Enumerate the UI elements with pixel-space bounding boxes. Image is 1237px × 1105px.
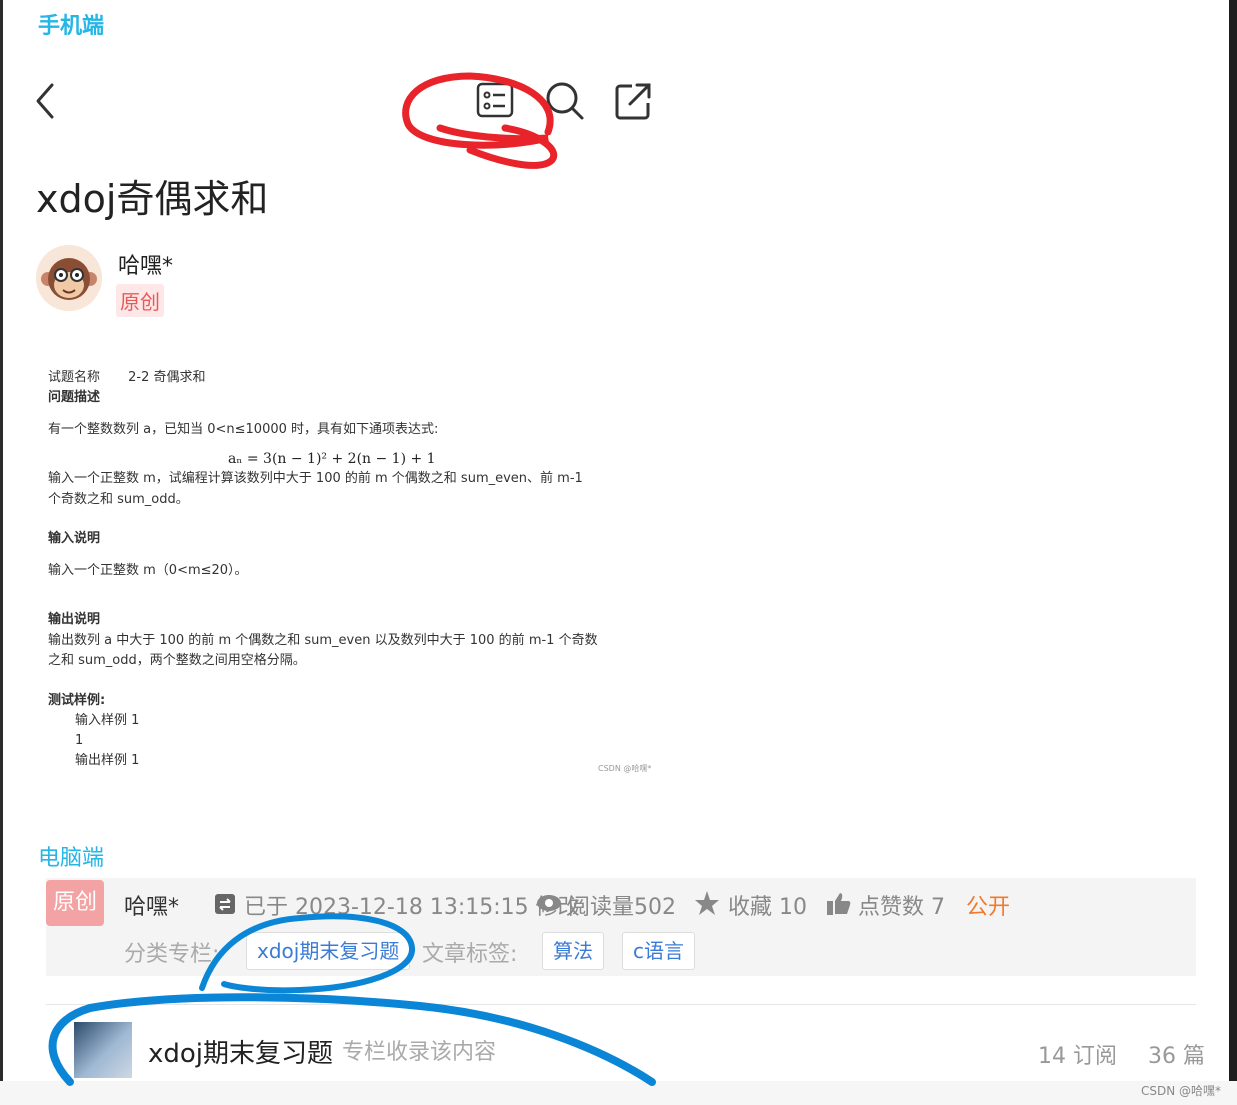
share-icon[interactable] — [614, 82, 654, 122]
category-tag[interactable]: xdoj期末复习题 — [246, 932, 411, 970]
mobile-section-label: 手机端 — [38, 14, 105, 39]
column-title[interactable]: xdoj期末复习题 — [148, 1033, 333, 1070]
tag-c-language[interactable]: c语言 — [622, 932, 695, 970]
thumbs-up-icon[interactable] — [826, 892, 852, 916]
monkey-avatar-icon — [36, 245, 102, 311]
desc-line-1: 有一个整数数列 a，已知当 0<n≤10000 时，具有如下通项表达式: — [48, 422, 439, 437]
left-border — [0, 0, 3, 1105]
chevron-left-icon[interactable] — [34, 82, 58, 120]
pc-author-name[interactable]: 哈嘿* — [124, 889, 179, 921]
output-line-1: 输出数列 a 中大于 100 的前 m 个偶数之和 sum_even 以及数列中… — [48, 633, 598, 648]
tag-algorithm[interactable]: 算法 — [542, 932, 604, 970]
formula: aₙ = 3(n − 1)² + 2(n − 1) + 1 — [228, 451, 436, 467]
input-text: 输入一个正整数 m（0<m≤20）。 — [48, 563, 248, 578]
read-count: 阅读量502 — [568, 895, 676, 920]
like-count[interactable]: 点赞数 7 — [858, 889, 945, 921]
desc-line-3: 个奇数之和 sum_odd。 — [48, 492, 189, 507]
modified-time: 已于 2023-12-18 13:15:15 修改 — [244, 895, 580, 920]
image-watermark: CSDN @哈嘿* — [598, 764, 652, 773]
output-heading: 输出说明 — [48, 612, 101, 627]
column-subscribers: 14 订阅 — [1038, 1044, 1117, 1069]
category-label: 分类专栏: — [124, 942, 220, 967]
sample-in-label: 输入样例 1 — [75, 713, 140, 728]
problem-name-value: 2-2 奇偶求和 — [128, 370, 206, 385]
column-thumbnail[interactable] — [74, 1022, 132, 1078]
output-line-2: 之和 sum_odd，两个整数之间用空格分隔。 — [48, 653, 306, 668]
column-subtitle: 专栏收录该内容 — [342, 1040, 497, 1065]
original-badge: 原创 — [116, 284, 164, 317]
author-name[interactable]: 哈嘿* — [118, 248, 173, 280]
search-icon[interactable] — [544, 80, 586, 122]
sample-heading: 测试样例: — [48, 693, 106, 708]
problem-name-label: 试题名称 — [48, 370, 101, 385]
article-title: xdoj奇偶求和 — [36, 177, 269, 221]
visibility-status: 公开 — [966, 895, 1011, 920]
avatar[interactable] — [36, 245, 102, 311]
eye-icon — [537, 895, 561, 911]
pc-original-badge: 原创 — [46, 880, 104, 926]
edit-icon — [215, 894, 235, 914]
pc-section-label: 电脑端 — [38, 846, 105, 871]
list-icon[interactable] — [476, 82, 516, 120]
desc-heading: 问题描述 — [48, 390, 101, 405]
right-border — [1229, 0, 1237, 1105]
tags-label: 文章标签: — [422, 942, 518, 967]
star-icon[interactable] — [694, 890, 720, 916]
csdn-watermark: CSDN @哈嘿* — [1140, 1084, 1221, 1098]
sample-in-value: 1 — [75, 733, 84, 748]
favorite-count[interactable]: 收藏 10 — [728, 889, 807, 921]
input-heading: 输入说明 — [48, 531, 101, 546]
column-article-count: 36 篇 — [1148, 1044, 1205, 1069]
footer-bar — [0, 1081, 1237, 1105]
sample-out-label: 输出样例 1 — [75, 753, 140, 768]
desc-line-2: 输入一个正整数 m，试编程计算该数列中大于 100 的前 m 个偶数之和 sum… — [48, 471, 583, 486]
